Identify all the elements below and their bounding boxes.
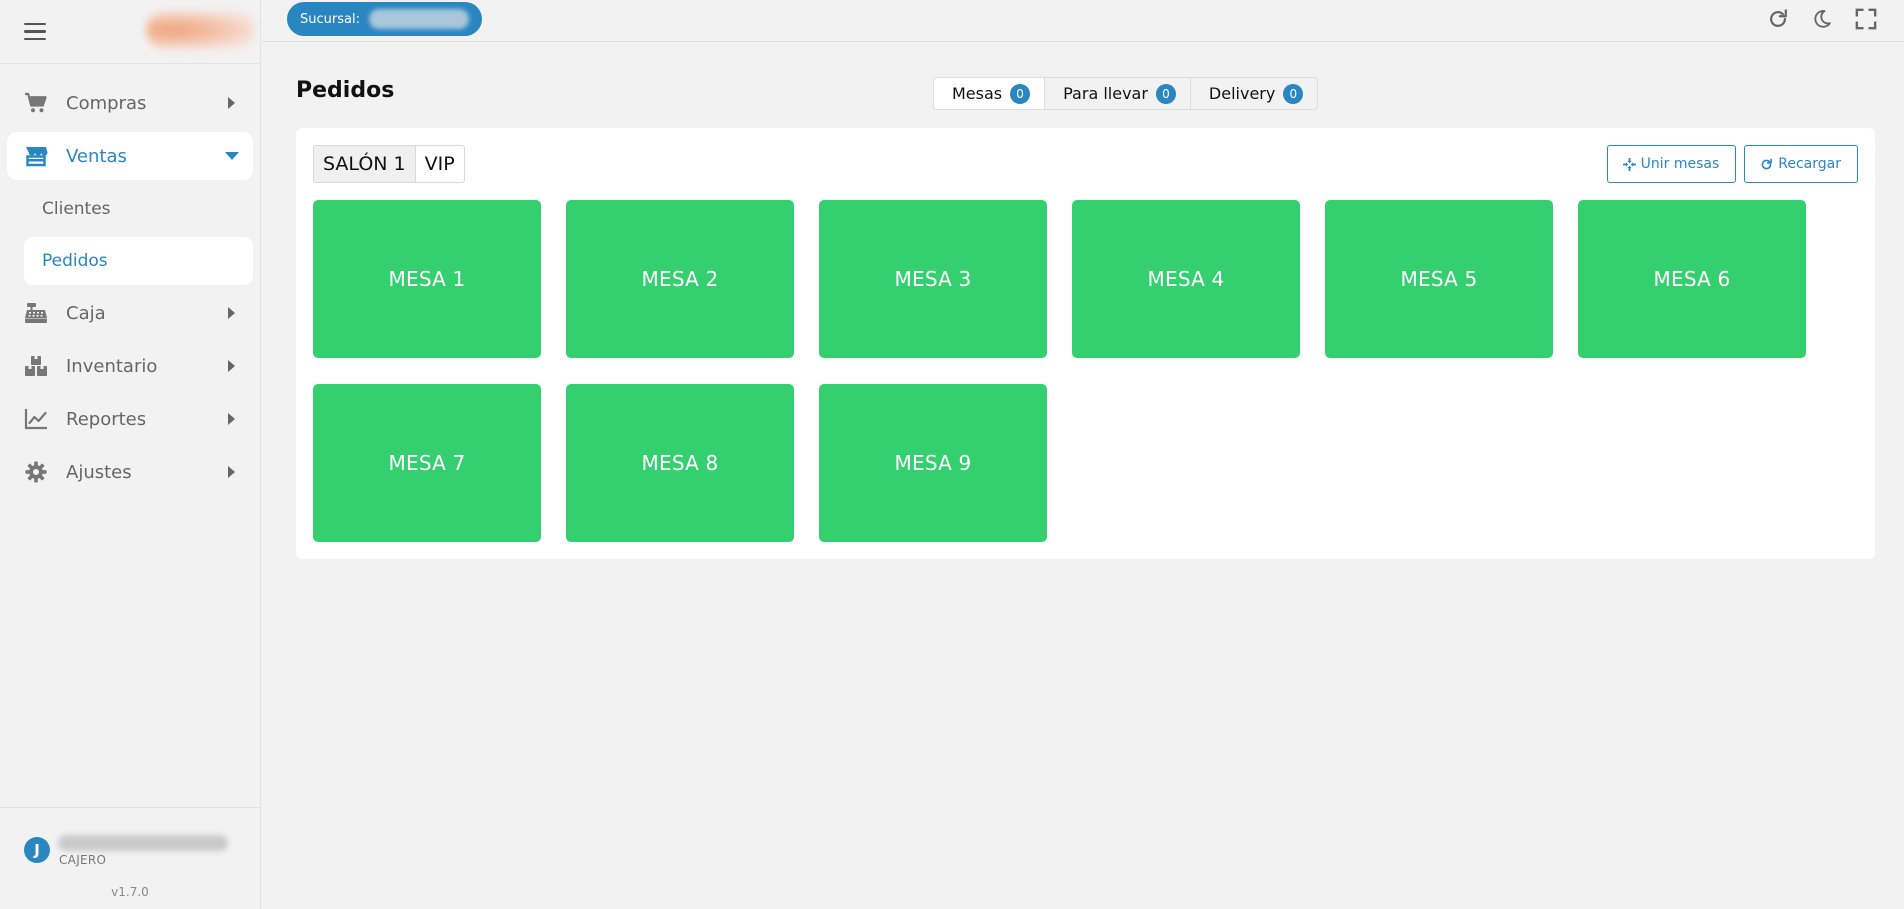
- reload-icon: [1760, 158, 1773, 171]
- caret-right-icon: [228, 466, 235, 478]
- topbar-actions: [1766, 7, 1878, 31]
- branch-selector[interactable]: Sucursal:: [287, 2, 482, 36]
- chart-line-icon: [23, 407, 49, 431]
- user-name-redacted: [58, 835, 228, 851]
- reload-icon[interactable]: [1766, 7, 1790, 31]
- table-card[interactable]: MESA 4: [1072, 200, 1300, 358]
- tab-delivery[interactable]: Delivery 0: [1190, 77, 1319, 110]
- avatar[interactable]: J: [24, 837, 50, 863]
- app-version: v1.7.0: [111, 885, 149, 899]
- fullscreen-icon[interactable]: [1854, 7, 1878, 31]
- order-type-tabs: Mesas 0 Para llevar 0 Delivery 0: [933, 77, 1319, 110]
- reload-button[interactable]: Recargar: [1744, 145, 1858, 183]
- caret-down-icon: [225, 152, 239, 160]
- room-tabs: SALÓN 1 VIP: [313, 145, 465, 183]
- table-card[interactable]: MESA 9: [819, 384, 1047, 542]
- room-tab-vip[interactable]: VIP: [415, 145, 465, 183]
- sidebar-item-label: Inventario: [66, 355, 158, 377]
- sidebar-item-label: Caja: [66, 302, 106, 324]
- sidebar-item-caja[interactable]: Caja: [7, 289, 253, 337]
- sidebar-item-label: Ajustes: [66, 461, 132, 483]
- sidebar-item-label: Reportes: [66, 408, 147, 430]
- sidebar-item-ventas[interactable]: Ventas: [7, 132, 253, 180]
- page-title: Pedidos: [296, 78, 395, 103]
- brand-logo: [146, 11, 254, 49]
- tab-label: Delivery: [1208, 84, 1276, 103]
- tab-para-llevar[interactable]: Para llevar 0: [1045, 77, 1191, 110]
- sidebar-subitem-label: Pedidos: [42, 251, 108, 271]
- tables-grid: MESA 1 MESA 2 MESA 3 MESA 4 MESA 5 MESA …: [313, 200, 1823, 542]
- panel-actions: Unir mesas Recargar: [1606, 145, 1858, 183]
- topbar: Sucursal:: [262, 0, 1904, 42]
- table-card[interactable]: MESA 3: [819, 200, 1047, 358]
- sidebar-subitem-label: Clientes: [42, 199, 111, 219]
- join-tables-button[interactable]: Unir mesas: [1606, 145, 1737, 183]
- table-card[interactable]: MESA 1: [313, 200, 541, 358]
- count-badge: 0: [1010, 83, 1031, 104]
- reload-label: Recargar: [1778, 156, 1841, 172]
- branch-label: Sucursal:: [300, 11, 360, 27]
- caret-right-icon: [228, 360, 235, 372]
- menu-toggle-icon[interactable]: [24, 22, 46, 41]
- sidebar-item-inventario[interactable]: Inventario: [7, 342, 253, 390]
- gear-icon: [23, 460, 49, 484]
- caret-right-icon: [228, 97, 235, 109]
- table-card[interactable]: MESA 5: [1325, 200, 1553, 358]
- table-card[interactable]: MESA 7: [313, 384, 541, 542]
- user-panel: J CAJERO v1.7.0: [0, 807, 260, 909]
- join-tables-label: Unir mesas: [1640, 156, 1720, 172]
- tab-mesas[interactable]: Mesas 0: [933, 77, 1046, 110]
- sidebar-subitem-pedidos[interactable]: Pedidos: [24, 237, 253, 285]
- arrows-inward-icon: [1622, 157, 1636, 171]
- count-badge: 0: [1155, 83, 1176, 104]
- sidebar-item-label: Compras: [66, 92, 147, 114]
- sidebar-item-compras[interactable]: Compras: [7, 79, 253, 127]
- cash-register-icon: [23, 301, 49, 325]
- moon-icon[interactable]: [1810, 7, 1834, 31]
- caret-right-icon: [228, 307, 235, 319]
- table-card[interactable]: MESA 2: [566, 200, 794, 358]
- tab-label: Para llevar: [1063, 84, 1148, 103]
- store-icon: [23, 144, 49, 168]
- user-role: CAJERO: [59, 853, 107, 867]
- tab-label: Mesas: [952, 84, 1003, 103]
- boxes-icon: [23, 354, 49, 378]
- table-card[interactable]: MESA 6: [1578, 200, 1806, 358]
- table-card[interactable]: MESA 8: [566, 384, 794, 542]
- sidebar-nav: Compras Ventas Clientes Pedidos Caja Inv…: [0, 64, 260, 496]
- tables-panel: SALÓN 1 VIP Unir mesas Recargar MESA 1 M…: [296, 128, 1875, 559]
- caret-right-icon: [228, 413, 235, 425]
- sidebar-item-label: Ventas: [66, 145, 127, 167]
- sidebar-item-reportes[interactable]: Reportes: [7, 395, 253, 443]
- sidebar-header: [0, 0, 260, 64]
- count-badge: 0: [1283, 83, 1304, 104]
- sidebar-item-ajustes[interactable]: Ajustes: [7, 448, 253, 496]
- sidebar: Compras Ventas Clientes Pedidos Caja Inv…: [0, 0, 261, 909]
- room-tab-salon-1[interactable]: SALÓN 1: [313, 145, 416, 183]
- cart-icon: [23, 91, 49, 115]
- branch-name-redacted: [369, 9, 469, 29]
- sidebar-subitem-clientes[interactable]: Clientes: [24, 185, 253, 233]
